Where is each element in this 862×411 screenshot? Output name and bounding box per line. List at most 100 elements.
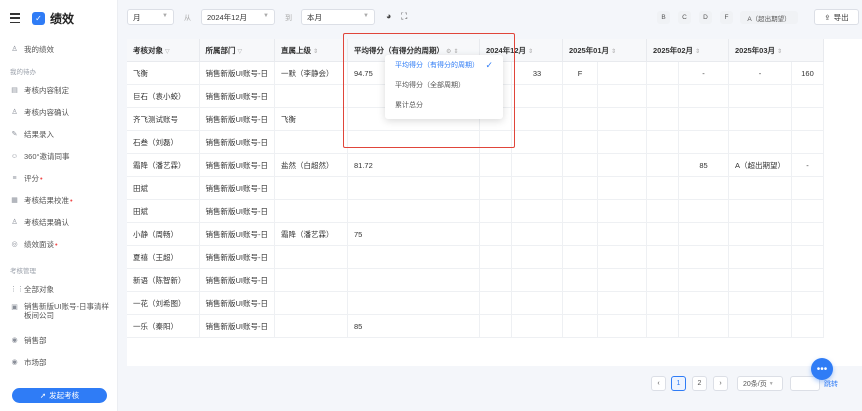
table-cell (728, 199, 793, 223)
jump-button[interactable]: 跳转 (824, 379, 838, 389)
prev-page-button[interactable]: ‹ (651, 376, 666, 391)
table-cell (511, 314, 563, 338)
grade-chip-f[interactable]: F (720, 11, 733, 24)
launch-review-button[interactable]: ➚ 发起考核 (12, 388, 107, 403)
sidebar-item-content-confirm[interactable]: ♙ 考核内容确认 (0, 101, 117, 123)
grade-chip-c[interactable]: C (678, 11, 691, 24)
sidebar-item-company[interactable]: ▣ 销售新版UI账号-日事清样板间公司 (0, 300, 117, 329)
table-row[interactable]: 一乐（秦阳） 销售新版UI账号-日 85 (127, 314, 825, 338)
more-actions-button[interactable]: ••• (811, 358, 833, 380)
settings-icon[interactable]: ⚙ (446, 49, 451, 55)
table-cell (728, 291, 793, 315)
table-cell (646, 107, 679, 131)
header-2025-03[interactable]: 2025年03月 ⇕ (728, 39, 825, 62)
table-cell (511, 107, 563, 131)
sidebar-item-label: 评分 (24, 173, 39, 183)
sidebar-item-my-performance[interactable]: ♙ 我的绩效 (0, 38, 117, 60)
export-label: 导出 (833, 12, 849, 22)
sidebar-item-360-invite[interactable]: ☺ 360°邀请同事 (0, 145, 117, 167)
table-row[interactable]: 夏禧（王超） 销售新版UI账号-日 (127, 245, 825, 269)
table-cell: 小静（周畅） (127, 222, 200, 246)
table-cell (728, 222, 793, 246)
table-cell (347, 176, 480, 200)
dropdown-option-total-score[interactable]: 累计总分 (385, 95, 503, 115)
dropdown-option-scored-periods[interactable]: 平均得分（有得分的周期） ✓ (385, 55, 503, 75)
building-icon: ▣ (11, 304, 18, 311)
table-cell (791, 84, 825, 108)
sort-icon[interactable]: ⇕ (611, 49, 616, 55)
filter-icon[interactable]: ▽ (165, 49, 170, 55)
header-supervisor[interactable]: 直属上级 ⇕ (274, 39, 348, 62)
header-department[interactable]: 所属部门 ▽ (199, 39, 275, 62)
to-period-select[interactable]: 本月 ▼ (301, 9, 375, 25)
table-row[interactable]: 田斌 销售新版UI账号-日 (127, 199, 825, 223)
grade-chip-d[interactable]: D (699, 11, 712, 24)
table-cell (678, 268, 729, 292)
page-1-button[interactable]: 1 (671, 376, 686, 391)
page-2-button[interactable]: 2 (692, 376, 707, 391)
table-cell: 75 (347, 222, 480, 246)
dropdown-option-all-periods[interactable]: 平均得分（全部周期） (385, 75, 503, 95)
table-cell (479, 199, 512, 223)
table-cell (511, 245, 563, 269)
sort-icon[interactable]: ⇕ (313, 49, 318, 55)
table-row[interactable]: 田斌 销售新版UI账号-日 (127, 176, 825, 200)
header-target[interactable]: 考核对象 ▽ (127, 39, 200, 62)
table-cell: 85 (678, 153, 729, 177)
sort-icon[interactable]: ⇕ (528, 49, 533, 55)
sidebar-item-sales-dept[interactable]: ◉ 销售部 (0, 329, 117, 351)
sidebar-item-scoring[interactable]: ≡ 评分 • (0, 167, 117, 189)
table-cell: 85 (347, 314, 480, 338)
next-page-button[interactable]: › (713, 376, 728, 391)
table-cell (646, 84, 679, 108)
palette-icon[interactable]: ◕ (386, 11, 391, 21)
table-cell (678, 222, 729, 246)
sort-icon[interactable]: ⇕ (453, 49, 458, 55)
table-cell (511, 268, 563, 292)
sidebar-item-interview[interactable]: ◎ 绩效面谈 • (0, 233, 117, 255)
table-cell (479, 314, 512, 338)
table-row[interactable]: 石叁（刘磊） 销售新版UI账号-日 (127, 130, 825, 154)
export-button[interactable]: ⇪ 导出 (814, 9, 859, 25)
table-cell (678, 199, 729, 223)
table-row[interactable]: 霜降（潘艺霖） 销售新版UI账号-日 盐然（白超然） 81.72 85 A（超出期望） - (127, 153, 825, 177)
table-cell (511, 291, 563, 315)
page-size-select[interactable]: 20条/页 ▼ (737, 376, 783, 391)
table-row[interactable]: 小静（周畅） 销售新版UI账号-日 霜降（潘艺霖） 75 (127, 222, 825, 246)
table-cell (562, 245, 598, 269)
grade-chip-a[interactable]: A（超出期望） (740, 11, 798, 24)
fullscreen-icon[interactable]: ⛶ (401, 11, 407, 22)
header-2025-02[interactable]: 2025年02月 ⇕ (646, 39, 729, 62)
table-cell (562, 84, 598, 108)
sidebar-item-content-setting[interactable]: ▤ 考核内容制定 (0, 79, 117, 101)
smile-icon: ☺ (10, 152, 19, 160)
table-cell (728, 130, 793, 154)
sidebar-item-all-objects[interactable]: ⋮⋮ 全部对象 (0, 278, 117, 300)
menu-icon[interactable] (10, 13, 20, 23)
table-cell (791, 291, 825, 315)
table-row[interactable]: 一花（刘希图） 销售新版UI账号-日 (127, 291, 825, 315)
table-cell (646, 199, 679, 223)
period-type-select[interactable]: 月 ▼ (127, 9, 174, 25)
send-icon: ➚ (39, 391, 47, 400)
app-title: 绩效 (50, 11, 75, 26)
sidebar-item-result-entry[interactable]: ✎ 结果录入 (0, 123, 117, 145)
from-period-select[interactable]: 2024年12月 ▼ (201, 9, 275, 25)
sidebar-item-result-confirm[interactable]: ♙ 考核结果确认 (0, 211, 117, 233)
header-2025-01[interactable]: 2025年01月 ⇕ (562, 39, 647, 62)
main-content: 月 ▼ 从 2024年12月 ▼ 到 本月 ▼ ◕ ⛶ B C D F A（超出… (117, 0, 862, 411)
department-icon: ◉ (11, 359, 18, 366)
sidebar-item-calibration[interactable]: ▦ 考核结果校准 • (0, 189, 117, 211)
sidebar-item-label: 销售新版UI账号-日事清样板间公司 (24, 302, 109, 320)
table-cell (646, 245, 679, 269)
table-cell (347, 268, 480, 292)
grade-chip-b[interactable]: B (657, 11, 670, 24)
table-row[interactable]: 新语（陈智新） 销售新版UI账号-日 (127, 268, 825, 292)
table-cell (479, 291, 512, 315)
filter-icon[interactable]: ▽ (238, 49, 243, 55)
sort-icon[interactable]: ⇕ (695, 49, 700, 55)
sidebar-item-marketing-dept[interactable]: ◉ 市场部 (0, 351, 117, 373)
to-label: 到 (285, 15, 292, 22)
sort-icon[interactable]: ⇕ (777, 49, 782, 55)
table-cell (791, 245, 825, 269)
